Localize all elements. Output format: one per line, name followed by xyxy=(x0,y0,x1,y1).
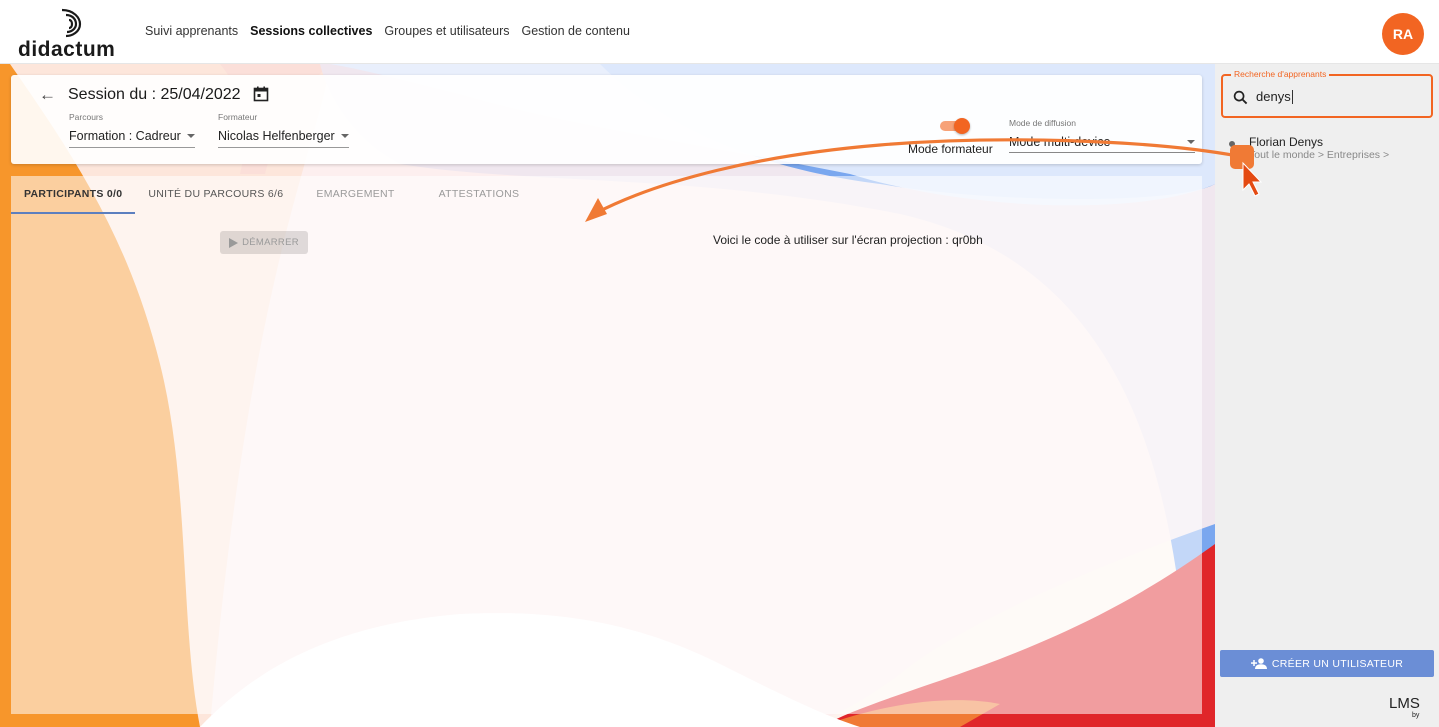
top-bar: didactum Suivi apprenants Sessions colle… xyxy=(0,0,1439,64)
add-user-icon xyxy=(1250,658,1267,669)
formateur-label: Formateur xyxy=(218,112,258,122)
tab-emargement[interactable]: EMARGEMENT xyxy=(296,176,416,214)
parcours-value: Formation : Cadreur xyxy=(69,129,181,143)
tab-attestations[interactable]: ATTESTATIONS xyxy=(417,176,533,214)
main-nav: Suivi apprenants Sessions collectives Gr… xyxy=(145,24,630,38)
mode-formateur-toggle[interactable] xyxy=(940,118,970,134)
nav-item-suivi-apprenants[interactable]: Suivi apprenants xyxy=(145,24,238,38)
learner-search-field[interactable]: Recherche d'apprenants denys xyxy=(1221,69,1433,118)
caret-down-icon xyxy=(186,134,195,138)
nav-item-groupes-utilisateurs[interactable]: Groupes et utilisateurs xyxy=(384,24,509,38)
lms-by-label: by xyxy=(1412,712,1420,719)
calendar-icon[interactable] xyxy=(253,86,269,102)
play-icon xyxy=(229,237,239,248)
learner-search-sidebar: Recherche d'apprenants denys Florian Den… xyxy=(1215,64,1439,727)
search-icon xyxy=(1233,90,1248,105)
start-button[interactable]: DÉMARRER xyxy=(220,231,308,254)
brand-name: didactum xyxy=(18,38,116,61)
create-user-button[interactable]: CRÉER UN UTILISATEUR xyxy=(1220,650,1434,677)
session-header-card: ← Session du : 25/04/2022 Parcours Forma… xyxy=(11,75,1202,164)
back-arrow-icon[interactable]: ← xyxy=(39,85,56,105)
session-tabs: PARTICIPANTS 0/0 UNITÉ DU PARCOURS 6/6 E… xyxy=(11,176,532,214)
diffusion-select-field[interactable]: Mode multi-device xyxy=(1009,135,1195,153)
brand-logo[interactable]: didactum xyxy=(18,6,128,61)
caret-down-icon xyxy=(1187,140,1195,144)
result-bullet xyxy=(1229,141,1235,147)
user-avatar[interactable]: RA xyxy=(1382,13,1424,55)
logo-mark-icon xyxy=(61,8,82,38)
tab-participants[interactable]: PARTICIPANTS 0/0 xyxy=(11,176,136,214)
toggle-thumb xyxy=(954,118,970,134)
create-user-label: CRÉER UN UTILISATEUR xyxy=(1271,657,1404,670)
result-name: Florian Denys xyxy=(1249,135,1324,149)
nav-item-gestion-contenu[interactable]: Gestion de contenu xyxy=(521,24,629,38)
start-button-label: DÉMARRER xyxy=(242,237,299,248)
projection-code-text: Voici le code à utiliser sur l'écran pro… xyxy=(713,233,983,247)
parcours-label: Parcours xyxy=(69,112,104,122)
session-title: Session du : 25/04/2022 xyxy=(68,86,241,103)
diffusion-select[interactable]: Mode de diffusion Mode multi-device xyxy=(1009,113,1195,153)
result-path: Tout le monde > Entreprises > xyxy=(1249,149,1390,161)
mode-formateur-label: Mode formateur xyxy=(908,142,993,156)
parcours-select[interactable]: Formation : Cadreur xyxy=(69,129,195,148)
tab-unite-parcours[interactable]: UNITÉ DU PARCOURS 6/6 xyxy=(135,176,296,214)
nav-item-sessions-collectives[interactable]: Sessions collectives xyxy=(250,24,372,38)
diffusion-label: Mode de diffusion xyxy=(1009,118,1076,128)
learner-search-input[interactable]: denys xyxy=(1256,90,1293,104)
formateur-select[interactable]: Nicolas Helfenberger xyxy=(218,129,349,148)
lms-logo: LMS xyxy=(1389,695,1420,712)
learner-search-label: Recherche d'apprenants xyxy=(1231,69,1330,79)
formateur-value: Nicolas Helfenberger xyxy=(218,129,335,143)
caret-down-icon xyxy=(340,134,349,138)
diffusion-value: Mode multi-device xyxy=(1009,135,1111,149)
session-main-panel: PARTICIPANTS 0/0 UNITÉ DU PARCOURS 6/6 E… xyxy=(11,176,1202,714)
